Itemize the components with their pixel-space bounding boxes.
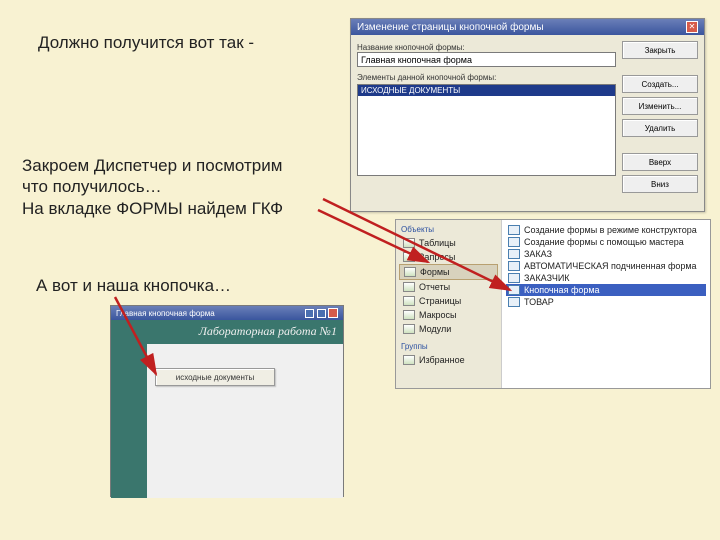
close-icon[interactable]: ✕ [686, 21, 698, 33]
create-form-designer[interactable]: Создание формы в режиме конструктора [506, 224, 706, 236]
caption-2a: Закроем Диспетчер и посмотрим [22, 155, 283, 176]
form-zakaz[interactable]: ЗАКАЗ [506, 248, 706, 260]
form-icon [508, 297, 520, 307]
form-switchboard[interactable]: Кнопочная форма [506, 284, 706, 296]
form-icon [508, 273, 520, 283]
nav-queries[interactable]: Запросы [399, 250, 498, 264]
form-icon [508, 249, 520, 259]
macro-icon [403, 310, 415, 320]
nav-forms[interactable]: Формы [399, 264, 498, 280]
nav-reports[interactable]: Отчеты [399, 280, 498, 294]
listbox-elements[interactable]: ИСХОДНЫЕ ДОКУМЕНТЫ [357, 84, 616, 176]
dialog-switchboard-edit: Изменение страницы кнопочной формы ✕ Наз… [350, 18, 705, 212]
caption-2c: На вкладке ФОРМЫ найдем ГКФ [22, 198, 283, 219]
form-auto-sub[interactable]: АВТОМАТИЧЕСКАЯ подчиненная форма [506, 260, 706, 272]
form-zakazchik[interactable]: ЗАКАЗЧИК [506, 272, 706, 284]
create-form-wizard[interactable]: Создание формы с помощью мастера [506, 236, 706, 248]
listbox-item-selected[interactable]: ИСХОДНЫЕ ДОКУМЕНТЫ [358, 85, 615, 96]
nav-favorites[interactable]: Избранное [399, 353, 498, 367]
button-down[interactable]: Вниз [622, 175, 698, 193]
caption-1: Должно получится вот так - [38, 32, 254, 53]
form-title-text: Главная кнопочная форма [116, 309, 215, 318]
module-icon [403, 324, 415, 334]
form-titlebar: Главная кнопочная форма [111, 306, 343, 320]
nav-pages[interactable]: Страницы [399, 294, 498, 308]
switchboard-button[interactable]: исходные документы [155, 368, 275, 386]
form-icon [404, 267, 416, 277]
maximize-icon[interactable] [317, 309, 326, 318]
form-icon [508, 285, 520, 295]
label-elements: Элементы данной кнопочной формы: [357, 73, 616, 82]
query-icon [403, 252, 415, 262]
nav-modules[interactable]: Модули [399, 322, 498, 336]
caption-2b: что получилось… [22, 176, 283, 197]
nav-tables[interactable]: Таблицы [399, 236, 498, 250]
button-edit[interactable]: Изменить... [622, 97, 698, 115]
folder-icon [403, 355, 415, 365]
input-form-name[interactable] [357, 52, 616, 67]
caption-3: А вот и наша кнопочка… [36, 275, 231, 296]
form-header-label: Лабораторная работа №1 [111, 320, 343, 344]
dialog-title-text: Изменение страницы кнопочной формы [357, 22, 544, 33]
minimize-icon[interactable] [305, 309, 314, 318]
wizard-icon [508, 225, 520, 235]
page-icon [403, 296, 415, 306]
groups-header: Группы [399, 340, 498, 353]
objects-header: Объекты [399, 223, 498, 236]
button-up[interactable]: Вверх [622, 153, 698, 171]
button-close[interactable]: Закрыть [622, 41, 698, 59]
report-icon [403, 282, 415, 292]
form-sidebar [111, 344, 147, 498]
form-tovar[interactable]: ТОВАР [506, 296, 706, 308]
label-form-name: Название кнопочной формы: [357, 43, 616, 52]
switchboard-window: Главная кнопочная форма Лабораторная раб… [110, 305, 344, 497]
form-icon [508, 261, 520, 271]
button-create[interactable]: Создать... [622, 75, 698, 93]
nav-macros[interactable]: Макросы [399, 308, 498, 322]
button-delete[interactable]: Удалить [622, 119, 698, 137]
table-icon [403, 238, 415, 248]
close-icon[interactable] [328, 308, 338, 318]
dialog-titlebar: Изменение страницы кнопочной формы ✕ [351, 19, 704, 35]
database-objects-panel: Объекты Таблицы Запросы Формы Отчеты Стр… [395, 219, 711, 389]
wizard-icon [508, 237, 520, 247]
